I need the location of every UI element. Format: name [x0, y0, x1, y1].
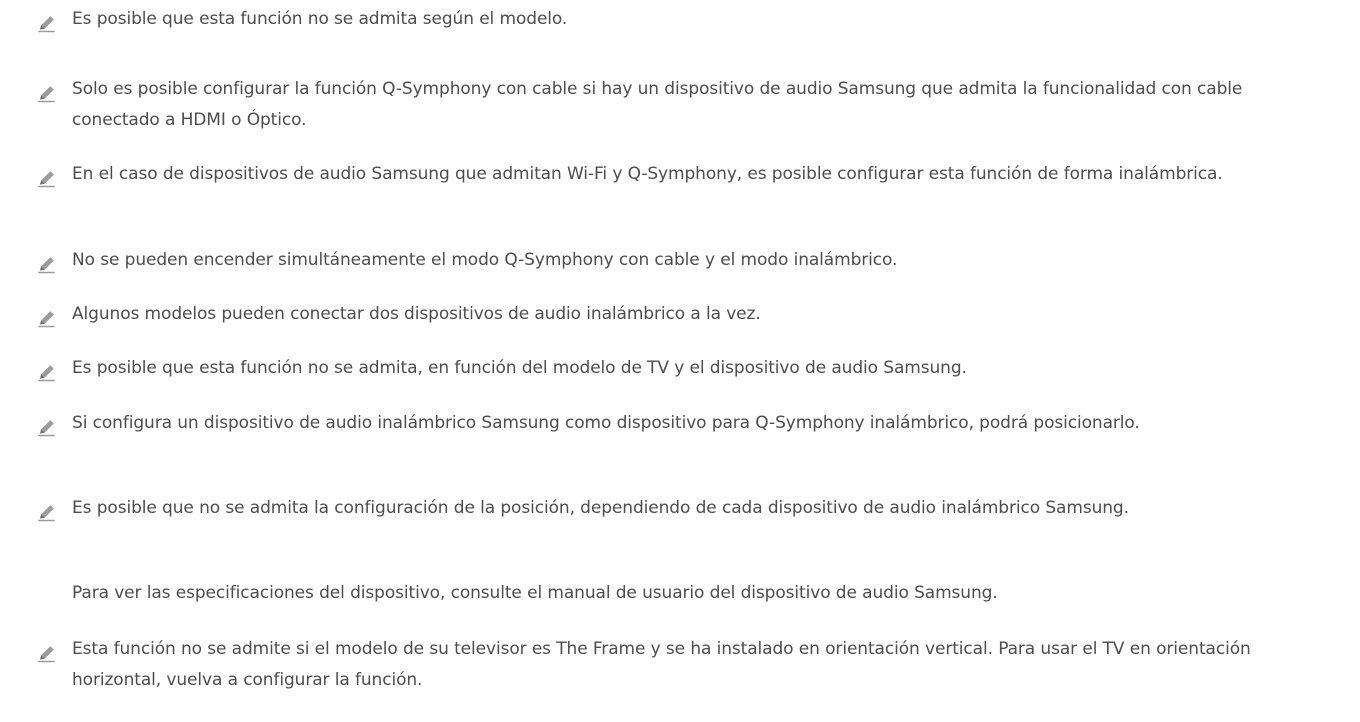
note-text: Solo es posible configurar la función Q-…	[72, 79, 1243, 130]
pencil-icon	[38, 504, 55, 522]
pencil-icon	[38, 364, 55, 382]
pencil-icon	[38, 85, 55, 103]
pencil-icon	[38, 256, 55, 274]
note-text: Si configura un dispositivo de audio ina…	[72, 413, 1140, 433]
pencil-icon	[38, 419, 55, 437]
pencil-icon	[38, 170, 55, 188]
pencil-icon	[38, 310, 55, 328]
note-text: Es posible que esta función no se admita…	[72, 9, 568, 29]
pencil-icon	[38, 645, 55, 663]
pencil-icon	[38, 15, 55, 33]
body-paragraph: Para ver las especificaciones del dispos…	[72, 583, 998, 603]
document-page: Es posible que esta función no se admita…	[0, 0, 1360, 722]
note-text: Algunos modelos pueden conectar dos disp…	[72, 304, 761, 324]
note-text: Esta función no se admite si el modelo d…	[72, 639, 1251, 690]
note-text: Es posible que no se admita la configura…	[72, 498, 1129, 518]
note-text: Es posible que esta función no se admita…	[72, 358, 967, 378]
note-text: No se pueden encender simultáneamente el…	[72, 250, 898, 270]
note-text: En el caso de dispositivos de audio Sams…	[72, 164, 1223, 184]
